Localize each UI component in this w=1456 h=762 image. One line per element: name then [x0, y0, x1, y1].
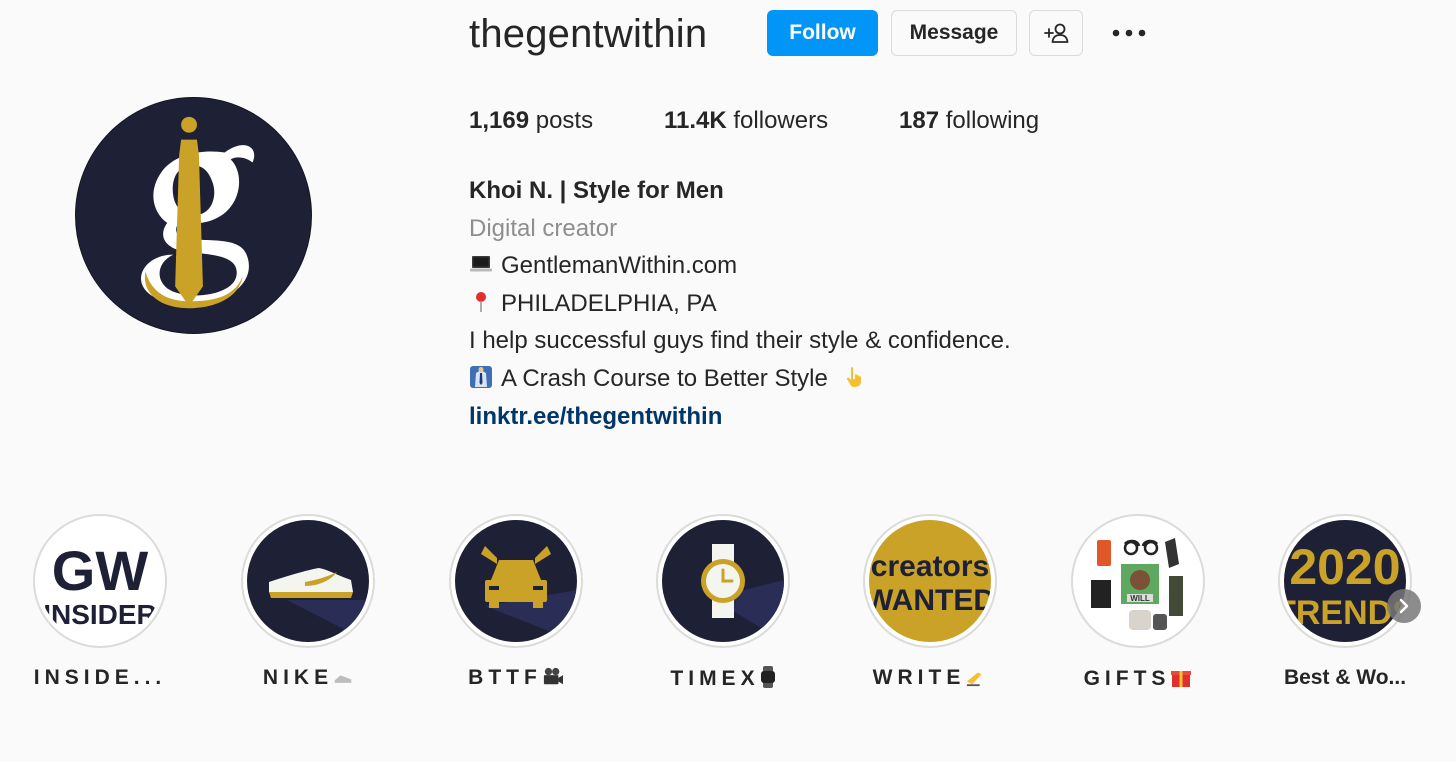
more-options-icon [1112, 29, 1146, 37]
highlight-title-line1: creators [871, 550, 989, 583]
trends-2020-icon: 2020 TRENDS [1284, 520, 1406, 642]
bio-website-line: GentlemanWithin.com [469, 247, 1169, 285]
highlight-ring [449, 514, 583, 648]
followers-stat[interactable]: 11.4K followers [664, 106, 828, 136]
highlight-label: BTTF [429, 666, 603, 690]
highlight-nike[interactable]: NIKE [241, 514, 375, 689]
highlight-label: WRITE [843, 666, 1017, 690]
bio-course-line: A Crash Course to Better Style [469, 360, 1169, 398]
highlight-title-line2: INSIDER [43, 599, 157, 630]
delorean-icon [455, 520, 577, 642]
bio-link[interactable]: linktr.ee/thegentwithin [469, 398, 1169, 436]
bio-location-line: PHILADELPHIA, PA [469, 285, 1169, 323]
highlight-bttf[interactable]: BTTF [449, 514, 583, 689]
gifts-center-text: WILL [1130, 594, 1150, 603]
watch-icon [662, 520, 784, 642]
highlight-ring: creators WANTED [863, 514, 997, 648]
creators-wanted-icon: creators WANTED [869, 520, 991, 642]
highlight-write[interactable]: creators WANTED WRITE [863, 514, 997, 689]
pointing-down-icon [847, 367, 862, 387]
followers-count: 11.4K [664, 107, 727, 134]
highlight-best-worst[interactable]: 2020 TRENDS Best & Wo... [1278, 514, 1412, 689]
highlight-gifts[interactable]: WILL GIFTS [1071, 514, 1205, 690]
highlight-insider[interactable]: GW INSIDER INSIDE... [33, 514, 167, 689]
bio-location: PHILADELPHIA, PA [501, 289, 717, 317]
profile-display-name: Khoi N. | Style for Men [469, 177, 724, 204]
highlight-ring [656, 514, 790, 648]
posts-stat: 1,169 posts [469, 106, 593, 136]
highlight-label: NIKE [221, 666, 395, 690]
posts-count: 1,169 [469, 107, 530, 134]
following-stat[interactable]: 187 following [899, 106, 1039, 136]
suggested-accounts-button[interactable] [1029, 10, 1083, 56]
message-button[interactable]: Message [891, 10, 1017, 56]
shoe-icon [334, 675, 352, 683]
highlight-label: Best & Wo... [1283, 666, 1407, 689]
camera-icon [543, 667, 563, 685]
highlight-label-text: GIFTS [1083, 667, 1171, 690]
follow-button[interactable]: Follow [767, 10, 878, 56]
suit-icon [470, 365, 492, 388]
bio-course: A Crash Course to Better Style [501, 364, 828, 392]
bio-tagline: I help successful guys find their style … [469, 327, 1011, 355]
highlight-ring: GW INSIDER [33, 514, 167, 648]
profile-username: thegentwithin [469, 12, 708, 56]
highlight-label-text: WRITE [872, 666, 966, 689]
chevron-right-icon [1399, 598, 1409, 614]
sneaker-icon [247, 520, 369, 642]
highlight-timex[interactable]: TIMEX [656, 514, 790, 690]
posts-label: posts [535, 107, 594, 134]
pin-icon [476, 291, 486, 312]
highlight-label: TIMEX [636, 666, 810, 691]
gift-icon [1171, 671, 1192, 687]
followers-label: followers [733, 107, 829, 134]
highlight-label-text: BTTF [468, 666, 542, 689]
highlight-title-line2: WANTED [869, 584, 991, 617]
highlight-ring [241, 514, 375, 648]
highlight-ring: WILL [1071, 514, 1205, 648]
following-count: 187 [899, 107, 940, 134]
laptop-icon [470, 256, 492, 272]
highlight-title-line1: 2020 [1289, 539, 1400, 595]
add-person-icon [1044, 23, 1069, 43]
more-options-button[interactable] [1100, 10, 1158, 56]
highlights-next-button[interactable] [1387, 589, 1421, 623]
highlight-label-text: TIMEX [670, 667, 760, 690]
highlight-title-line1: GW [52, 539, 149, 602]
bio-website: GentlemanWithin.com [501, 252, 738, 280]
gifts-collage-icon: WILL [1077, 520, 1199, 642]
profile-bio: Khoi N. | Style for Men Digital creator … [469, 172, 1169, 435]
watch-emoji-icon [760, 666, 775, 688]
profile-avatar[interactable] [75, 97, 312, 334]
highlight-label-text: NIKE [262, 666, 334, 689]
profile-category: Digital creator [469, 214, 618, 242]
highlight-label: GIFTS [1051, 666, 1225, 691]
following-label: following [945, 107, 1040, 134]
writing-hand-icon [967, 672, 982, 687]
gw-monogram-logo-icon [76, 98, 311, 333]
gw-insider-icon: GW INSIDER [39, 520, 161, 642]
highlight-label: INSIDE... [33, 666, 167, 689]
highlight-ring: 2020 TRENDS [1278, 514, 1412, 648]
